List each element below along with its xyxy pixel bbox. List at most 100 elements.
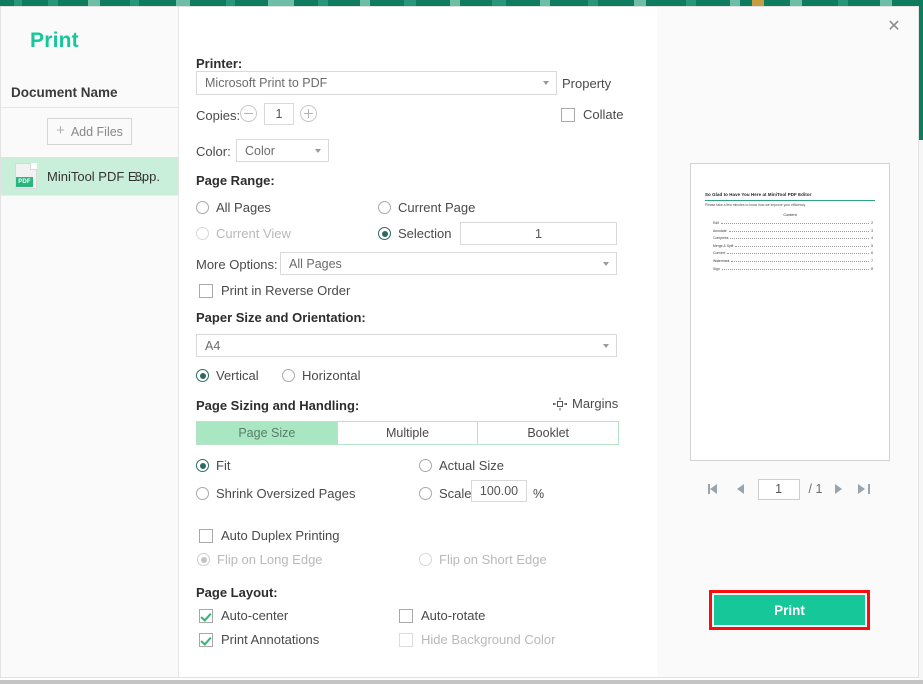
margins-icon — [553, 397, 567, 410]
radio-vertical[interactable]: Vertical — [196, 368, 259, 383]
copies-decrement-button[interactable] — [240, 105, 257, 122]
radio-dot — [419, 459, 432, 472]
preview-toc-entry-page: 6 — [871, 251, 873, 256]
collate-checkbox[interactable]: Collate — [561, 107, 623, 122]
preview-toc-row: Watermark 7 — [705, 258, 875, 263]
preview-toc-leader — [720, 220, 870, 225]
radio-flip-short-edge-label: Flip on Short Edge — [439, 552, 547, 567]
radio-dot — [419, 487, 432, 500]
auto-rotate-label: Auto-rotate — [421, 608, 486, 623]
page-title: Print — [30, 29, 79, 52]
document-sidebar: Print Document Name + Add Files PDF Mini… — [1, 7, 179, 677]
preview-toc-leader — [726, 250, 870, 255]
tab-page-size[interactable]: Page Size — [197, 422, 338, 444]
preview-toc-leader — [730, 235, 870, 240]
paper-size-select-value: A4 — [205, 338, 221, 353]
pdf-file-icon: PDF — [15, 163, 37, 189]
preview-contents-heading: Content — [783, 213, 797, 218]
more-options-select[interactable]: All Pages — [280, 252, 617, 275]
page-sizing-tabs: Page Size Multiple Booklet — [196, 421, 619, 445]
collate-checkbox-box — [561, 107, 575, 122]
preview-toc-entry-name: Merge & Split — [713, 243, 734, 248]
paper-size-label: Paper Size and Orientation: — [196, 310, 366, 325]
radio-horizontal-label: Horizontal — [302, 368, 361, 383]
radio-shrink-oversized[interactable]: Shrink Oversized Pages — [196, 486, 355, 501]
radio-selection[interactable]: Selection — [378, 226, 451, 241]
radio-dot — [196, 227, 209, 240]
tab-multiple[interactable]: Multiple — [337, 422, 479, 444]
radio-actual-size[interactable]: Actual Size — [419, 458, 504, 473]
preview-toc-entry-page: 4 — [871, 236, 873, 241]
close-icon[interactable]: ✕ — [883, 16, 905, 38]
app-window-edge — [919, 0, 923, 684]
radio-dot — [419, 553, 432, 566]
printer-select-value: Microsoft Print to PDF — [205, 76, 328, 90]
copies-input[interactable]: 1 — [264, 103, 294, 125]
radio-shrink-label: Shrink Oversized Pages — [216, 486, 356, 501]
plus-icon: + — [56, 122, 65, 139]
print-reverse-order-checkbox[interactable]: Print in Reverse Order — [199, 283, 350, 298]
chevron-down-icon — [603, 261, 609, 266]
print-preview-panel: ✕ So Glad to Have You Here at MiniTool P… — [657, 7, 918, 677]
radio-fit[interactable]: Fit — [196, 458, 230, 473]
radio-dot — [197, 553, 210, 566]
chevron-down-icon — [543, 81, 549, 85]
print-annotations-checkbox[interactable]: Print Annotations — [199, 632, 319, 647]
more-options-select-value: All Pages — [289, 256, 342, 271]
scale-input[interactable]: 100.00 — [471, 480, 527, 502]
page-number-input[interactable]: 1 — [757, 478, 800, 500]
radio-vertical-label: Vertical — [216, 368, 259, 383]
preview-toc-entry-page: 2 — [871, 221, 873, 226]
add-files-button[interactable]: + Add Files — [47, 118, 132, 145]
page-layout-label: Page Layout: — [196, 585, 278, 600]
app-window-edge-lower — [919, 140, 923, 684]
color-select[interactable]: Color — [236, 139, 329, 162]
print-settings-panel: Printer: Microsoft Print to PDF Property… — [179, 7, 657, 677]
printer-label: Printer: — [196, 56, 243, 71]
margins-label: Margins — [572, 396, 619, 411]
list-item[interactable]: PDF MiniTool PDF E... 8pp. — [1, 157, 178, 195]
preview-toc-row: Convert 6 — [705, 250, 875, 255]
preview-toc-entry-name: Edit — [713, 221, 719, 226]
preview-page-navigation: 1 / 1 — [690, 477, 890, 501]
preview-toc-entry-name: Watermark — [713, 258, 730, 263]
preview-toc-leader — [721, 266, 870, 270]
radio-flip-long-edge: Flip on Long Edge — [197, 552, 323, 567]
hide-background-checkbox-box — [399, 632, 413, 647]
color-select-value: Color — [245, 143, 275, 158]
preview-toc-entry-name: Compress — [713, 236, 729, 241]
preview-doc-subtitle: Please take a few minutes to know how we… — [705, 202, 806, 207]
auto-duplex-checkbox[interactable]: Auto Duplex Printing — [199, 528, 340, 543]
preview-toc-leader — [731, 258, 870, 262]
add-files-label: Add Files — [70, 124, 123, 139]
radio-fit-label: Fit — [216, 458, 231, 473]
auto-rotate-checkbox[interactable]: Auto-rotate — [399, 608, 485, 623]
color-label: Color: — [196, 144, 231, 159]
radio-current-page[interactable]: Current Page — [378, 200, 475, 215]
first-page-icon[interactable] — [707, 481, 724, 497]
file-page-count: 8pp. — [134, 168, 160, 184]
preview-table-of-contents: Edit 2 Annotate 3 Compress 4 Merge & Split 5 Con… — [705, 220, 875, 271]
preview-toc-entry-name: Sign — [713, 266, 720, 271]
radio-scale[interactable]: Scale — [419, 486, 472, 501]
printer-select[interactable]: Microsoft Print to PDF — [196, 71, 557, 95]
tab-booklet[interactable]: Booklet — [478, 422, 619, 444]
paper-size-select[interactable]: A4 — [196, 334, 617, 357]
copies-increment-button[interactable] — [300, 105, 317, 122]
hide-background-label: Hide Background Color — [421, 632, 556, 647]
scale-percent-sign: % — [533, 487, 545, 501]
print-button[interactable]: Print — [714, 595, 865, 625]
next-page-icon[interactable] — [831, 481, 847, 497]
radio-all-pages[interactable]: All Pages — [196, 200, 271, 215]
margins-button[interactable]: Margins — [553, 396, 618, 411]
previous-page-icon[interactable] — [733, 481, 749, 497]
preview-title-rule — [705, 199, 875, 201]
auto-duplex-checkbox-box — [199, 528, 213, 543]
radio-horizontal[interactable]: Horizontal — [282, 368, 361, 383]
auto-center-checkbox[interactable]: Auto-center — [199, 608, 288, 623]
selection-range-input[interactable]: 1 — [460, 222, 617, 245]
hide-background-color-checkbox: Hide Background Color — [399, 632, 555, 647]
property-button[interactable]: Property — [562, 76, 611, 91]
print-annotations-label: Print Annotations — [221, 632, 320, 647]
last-page-icon[interactable] — [856, 481, 872, 497]
